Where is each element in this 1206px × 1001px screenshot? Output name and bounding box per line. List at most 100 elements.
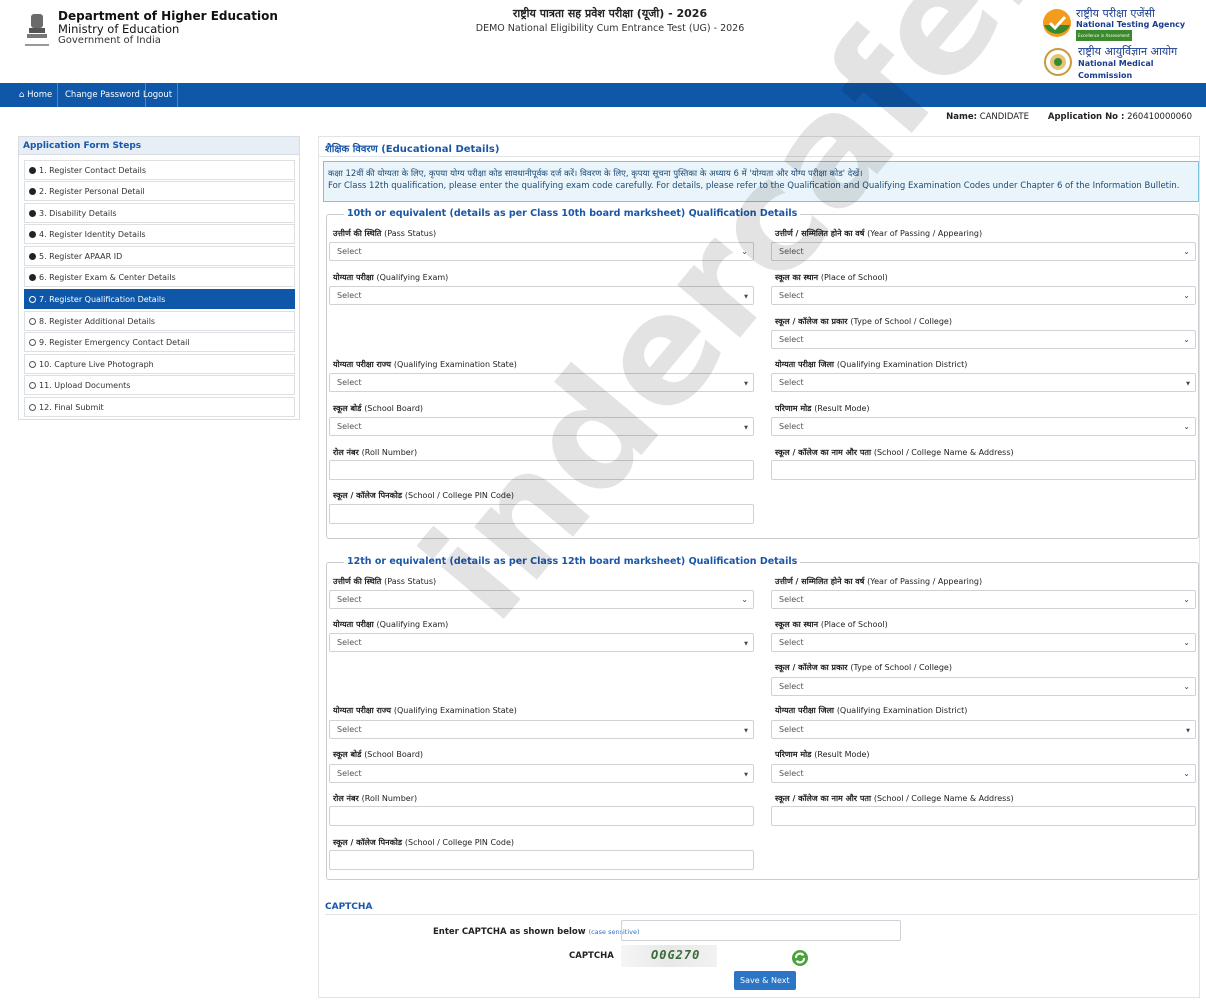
select-qualifying-exam[interactable]: Select ▼ — [329, 286, 754, 305]
label-year: उत्तीर्ण / सम्मिलित होने का वर्ष (Year o… — [775, 577, 983, 586]
input-roll-number[interactable] — [329, 460, 754, 480]
select-pass-status[interactable]: Select ⌄ — [329, 590, 754, 609]
nmc-logo: राष्ट्रीय आयुर्विज्ञान आयोग National Med… — [1044, 45, 1204, 80]
label-school-board: स्कूल बोर्ड (School Board) — [333, 750, 424, 759]
label-school-address: स्कूल / कॉलेज का नाम और पता (School / Co… — [775, 448, 1014, 457]
check-circle-icon — [29, 253, 36, 260]
info-text-hindi: कक्षा 12वीं की योग्यता के लिए, कृपया योग… — [328, 169, 863, 179]
select-qualifying-exam[interactable]: Select ▼ — [329, 633, 754, 652]
step-item-3[interactable]: 3. Disability Details — [24, 203, 295, 223]
label-pass-status: उत्तीर्ण की स्थिति (Pass Status) — [333, 229, 437, 238]
select-year[interactable]: Select ⌄ — [771, 590, 1196, 609]
info-text-english: For Class 12th qualification, please ent… — [328, 181, 1180, 191]
input-pin-code[interactable] — [329, 504, 754, 524]
ministry-name: Ministry of Education — [58, 21, 180, 36]
input-roll-number[interactable] — [329, 806, 754, 826]
step-item-6[interactable]: 6. Register Exam & Center Details — [24, 267, 295, 287]
check-circle-icon — [29, 274, 36, 281]
nav-home-label: Home — [27, 90, 53, 100]
step-item-11[interactable]: 11. Upload Documents — [24, 375, 295, 395]
select-school-board[interactable]: Select ▼ — [329, 764, 754, 783]
check-circle-icon — [29, 167, 36, 174]
save-next-button[interactable]: Save & Next — [734, 971, 796, 990]
steps-sidebar: Application Form Steps 1. Register Conta… — [18, 136, 300, 420]
step-label: 1. Register Contact Details — [39, 166, 147, 175]
check-circle-icon — [29, 210, 36, 217]
department-title: Department of Higher Education — [58, 9, 278, 23]
input-school-address[interactable] — [771, 806, 1196, 826]
user-info-bar: Name: CANDIDATE Application No : 2604100… — [946, 112, 1192, 122]
select-result-mode[interactable]: Select ⌄ — [771, 764, 1196, 783]
clock-icon — [29, 339, 36, 346]
section-12th: 12th or equivalent (details as per Class… — [326, 556, 1199, 880]
chevron-down-icon: ▼ — [744, 772, 748, 778]
top-nav: ⌂ Home Change Password Logout — [0, 83, 1206, 107]
clock-icon — [29, 382, 36, 389]
chevron-down-icon: ⌄ — [741, 595, 748, 604]
step-item-2[interactable]: 2. Register Personal Detail — [24, 181, 295, 201]
step-item-4[interactable]: 4. Register Identity Details — [24, 224, 295, 244]
nmc-name-english: National Medical Commission — [1078, 59, 1154, 80]
clock-icon — [29, 296, 36, 303]
step-label: 3. Disability Details — [39, 209, 117, 218]
step-item-12[interactable]: 12. Final Submit — [24, 397, 295, 417]
exam-title-hindi: राष्ट्रीय पात्रता सह प्रवेश परीक्षा (यूज… — [512, 7, 708, 20]
check-circle-icon — [29, 231, 36, 238]
captcha-input[interactable] — [621, 920, 901, 941]
step-item-8[interactable]: 8. Register Additional Details — [24, 311, 295, 331]
select-school-board[interactable]: Select ▼ — [329, 417, 754, 436]
step-item-7[interactable]: 7. Register Qualification Details — [24, 289, 295, 309]
select-qualifying-district[interactable]: Select ▼ — [771, 720, 1196, 739]
captcha-divider — [325, 914, 1197, 915]
label-qualifying-district: योग्यता परीक्षा जिला (Qualifying Examina… — [775, 706, 968, 715]
refresh-icon[interactable] — [791, 949, 809, 967]
label-pass-status: उत्तीर्ण की स्थिति (Pass Status) — [333, 577, 437, 586]
label-school-address: स्कूल / कॉलेज का नाम और पता (School / Co… — [775, 794, 1014, 803]
chevron-down-icon: ▼ — [744, 425, 748, 431]
chevron-down-icon: ▼ — [1186, 728, 1190, 734]
step-item-1[interactable]: 1. Register Contact Details — [24, 160, 295, 180]
clock-icon — [29, 361, 36, 368]
section-10th-legend: 10th or equivalent (details as per Class… — [344, 208, 801, 219]
label-place-of-school: स्कूल का स्थान (Place of School) — [775, 620, 888, 629]
label-qualifying-state: योग्यता परीक्षा राज्य (Qualifying Examin… — [333, 706, 517, 715]
nmc-name-hindi: राष्ट्रीय आयुर्विज्ञान आयोग — [1078, 45, 1178, 58]
input-pin-code[interactable] — [329, 850, 754, 870]
label-qualifying-district: योग्यता परीक्षा जिला (Qualifying Examina… — [775, 360, 968, 369]
select-qualifying-state[interactable]: Select ▼ — [329, 720, 754, 739]
step-label: 9. Register Emergency Contact Detail — [39, 338, 190, 347]
select-qualifying-state[interactable]: Select ▼ — [329, 373, 754, 392]
select-type-of-school[interactable]: Select ⌄ — [771, 677, 1196, 696]
nta-check-icon — [1043, 9, 1071, 37]
step-label: 5. Register APAAR ID — [39, 252, 123, 261]
select-type-of-school[interactable]: Select ⌄ — [771, 330, 1196, 349]
chevron-down-icon: ⌄ — [1183, 769, 1190, 778]
chevron-down-icon: ▼ — [744, 728, 748, 734]
application-no-label: Application No : — [1047, 112, 1125, 122]
label-result-mode: परिणाम मोड (Result Mode) — [775, 750, 870, 759]
label-place-of-school: स्कूल का स्थान (Place of School) — [775, 273, 888, 282]
nav-logout[interactable]: Logout — [138, 83, 179, 107]
step-item-5[interactable]: 5. Register APAAR ID — [24, 246, 295, 266]
chevron-down-icon: ⌄ — [1183, 247, 1190, 256]
select-qualifying-district[interactable]: Select ▼ — [771, 373, 1196, 392]
select-year[interactable]: Select ⌄ — [771, 242, 1196, 261]
select-place-of-school[interactable]: Select ⌄ — [771, 286, 1196, 305]
section-12th-legend: 12th or equivalent (details as per Class… — [344, 556, 801, 567]
clock-icon — [29, 404, 36, 411]
title-divider — [319, 156, 1199, 157]
input-school-address[interactable] — [771, 460, 1196, 480]
nav-home[interactable]: ⌂ Home — [14, 83, 59, 107]
select-place-of-school[interactable]: Select ⌄ — [771, 633, 1196, 652]
label-type-of-school: स्कूल / कॉलेज का प्रकार (Type of School … — [775, 663, 952, 672]
step-item-9[interactable]: 9. Register Emergency Contact Detail — [24, 332, 295, 352]
select-pass-status[interactable]: Select ⌄ — [329, 242, 754, 261]
chevron-down-icon: ⌄ — [1183, 595, 1190, 604]
home-icon: ⌂ — [19, 90, 25, 100]
label-result-mode: परिणाम मोड (Result Mode) — [775, 404, 870, 413]
exam-title-block: राष्ट्रीय पात्रता सह प्रवेश परीक्षा (यूज… — [380, 6, 840, 36]
step-item-10[interactable]: 10. Capture Live Photograph — [24, 354, 295, 374]
nav-change-password[interactable]: Change Password — [60, 83, 146, 107]
chevron-down-icon: ▼ — [744, 381, 748, 387]
select-result-mode[interactable]: Select ⌄ — [771, 417, 1196, 436]
